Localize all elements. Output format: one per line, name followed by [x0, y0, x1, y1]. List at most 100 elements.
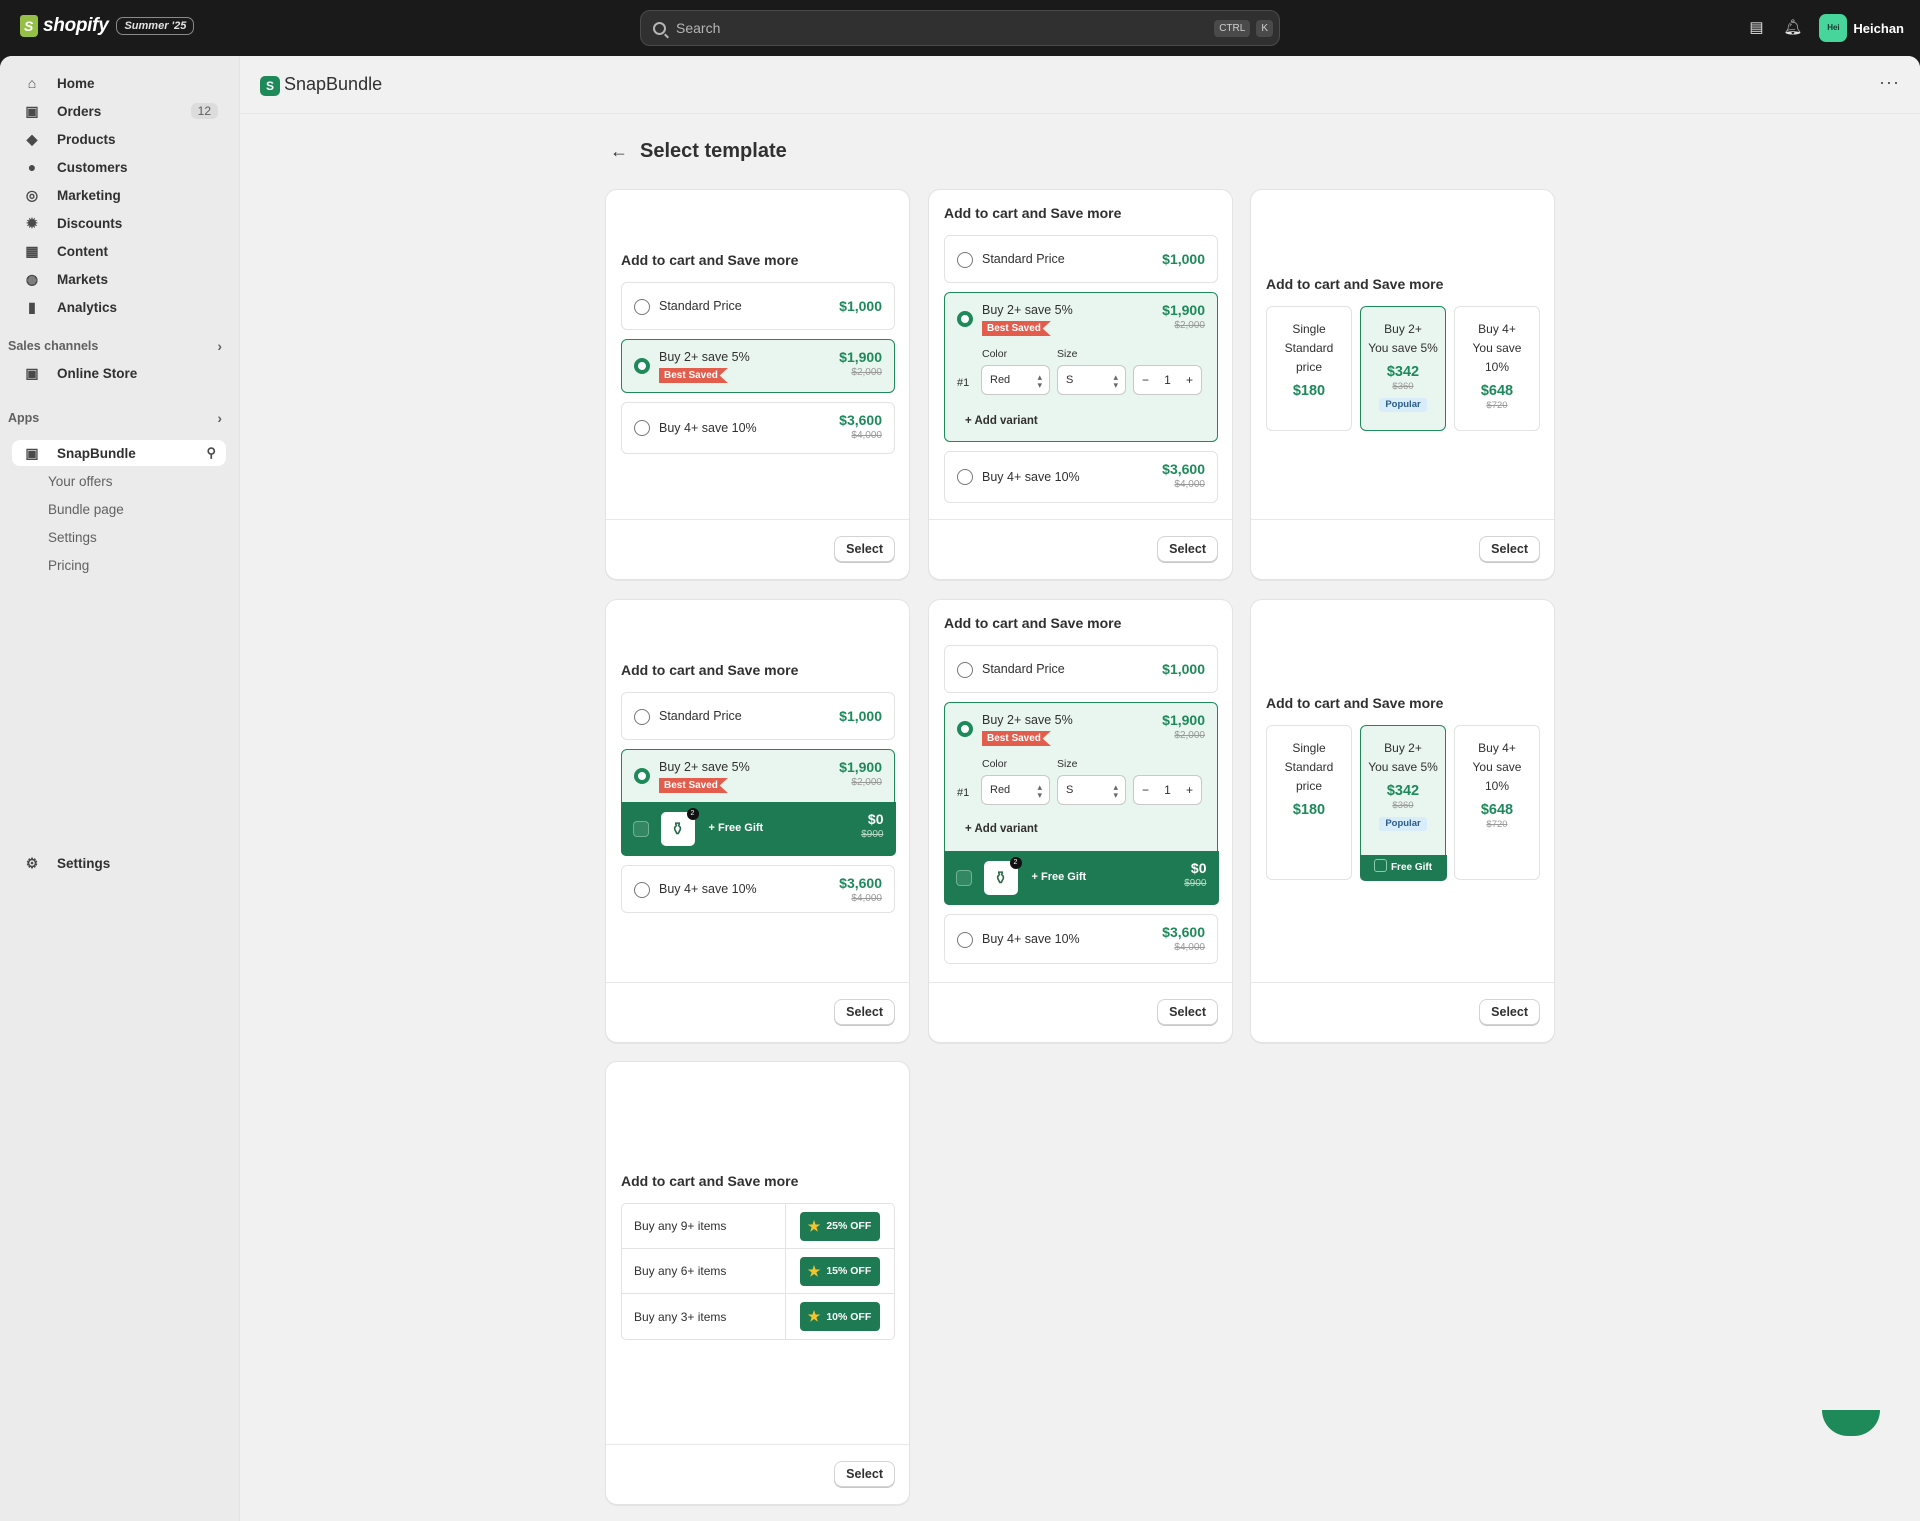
sales-channels-header[interactable]: Sales channels › — [8, 338, 226, 354]
plus-icon[interactable]: + — [1186, 783, 1193, 797]
radio-button[interactable] — [634, 358, 650, 374]
color-select[interactable]: Red ▴ ▾ — [981, 365, 1050, 395]
shortcut-k: K — [1256, 19, 1273, 37]
tier-single[interactable]: Single Standard price $180 — [1266, 725, 1352, 880]
main-content: S SnapBundle ··· ← Select template Add t… — [240, 56, 1920, 1521]
free-gift-row[interactable]: ⚱ 2 + Free Gift $0 $900 — [943, 851, 1219, 905]
radio-button[interactable] — [957, 721, 973, 737]
shopify-logo[interactable]: shopify Summer '25 — [20, 15, 195, 37]
free-gift-row[interactable]: ⚱ 2 + Free Gift $0 $900 — [620, 802, 896, 856]
sidebar-item-label: Content — [57, 243, 108, 259]
option-standard[interactable]: Standard Price $1,000 — [621, 692, 895, 740]
user-menu[interactable]: Hei Heichan — [1819, 14, 1904, 42]
radio-button[interactable] — [634, 881, 650, 898]
radio-button[interactable] — [634, 709, 650, 725]
chevron-updown-icon: ▴ ▾ — [1037, 372, 1042, 390]
option-buy4[interactable]: Buy 4+ save 10% $3,600 $4,000 — [944, 913, 1218, 964]
sidebar-item-products[interactable]: ◆ Products — [12, 126, 226, 152]
sidebar-subitem-pricing[interactable]: Pricing — [48, 558, 89, 573]
edition-badge[interactable]: Summer '25 — [116, 17, 195, 35]
size-select[interactable]: S ▴ ▾ — [1057, 775, 1126, 805]
inbox-icon[interactable]: ▤ — [1747, 19, 1765, 37]
sidebar-item-online-store[interactable]: ▣ Online Store — [12, 360, 226, 386]
template-card-6[interactable]: Add to cart and Save more Single Standar… — [1250, 599, 1555, 1043]
tier-price: $180 — [1292, 802, 1326, 818]
radio-button[interactable] — [957, 469, 973, 485]
select-button[interactable]: Select — [1479, 536, 1540, 562]
add-variant-button[interactable]: + Add variant — [965, 415, 1038, 427]
template-card-3[interactable]: Add to cart and Save more Single Standar… — [1250, 189, 1555, 580]
sidebar-item-analytics[interactable]: ▮ Analytics — [12, 294, 226, 320]
back-arrow-icon[interactable]: ← — [610, 141, 628, 162]
radio-button[interactable] — [634, 420, 650, 436]
pin-icon[interactable]: ⚲ — [206, 445, 216, 461]
tier-buy2[interactable]: Buy 2+ You save 5% $342 $360 Popular Fre… — [1359, 725, 1447, 881]
gift-count-badge: 2 — [1009, 857, 1022, 869]
radio-button[interactable] — [634, 299, 650, 315]
gift-checkbox[interactable] — [955, 870, 972, 886]
tier-single[interactable]: Single Standard price $180 — [1266, 306, 1352, 431]
search-input[interactable] — [676, 20, 1215, 36]
gift-checkbox[interactable] — [632, 821, 649, 837]
radio-button[interactable] — [957, 931, 973, 948]
gift-checkbox[interactable] — [1373, 859, 1387, 873]
option-buy2[interactable]: Buy 2+ save 5% Best Saved $1,900 $2,000 ⚱… — [620, 749, 896, 856]
template-card-1[interactable]: Add to cart and Save more Standard Price… — [605, 189, 910, 580]
option-buy2[interactable]: Buy 2+ save 5% Best Saved $1,900 $2,000 — [621, 339, 895, 393]
sidebar-item-settings[interactable]: ⚙ Settings — [12, 850, 226, 876]
quantity-stepper[interactable]: − 1 + — [1133, 365, 1202, 395]
sidebar-item-discounts[interactable]: ✹ Discounts — [12, 210, 226, 236]
sidebar-item-home[interactable]: ⌂ Home — [12, 70, 226, 96]
sidebar-item-marketing[interactable]: ◎ Marketing — [12, 182, 226, 208]
option-standard[interactable]: Standard Price $1,000 — [944, 645, 1218, 693]
color-select[interactable]: Red ▴ ▾ — [981, 775, 1050, 805]
tier-buy4[interactable]: Buy 4+ You save 10% $648 $720 — [1454, 306, 1540, 431]
radio-button[interactable] — [957, 311, 973, 327]
sidebar-subitem-your-offers[interactable]: Your offers — [48, 474, 113, 489]
radio-button[interactable] — [957, 252, 973, 268]
table-row[interactable]: Buy any 9+ items ★ 25% OFF — [622, 1204, 894, 1249]
search-bar[interactable]: CTRL K — [640, 10, 1280, 46]
sidebar-item-content[interactable]: ▦ Content — [12, 238, 226, 264]
tier-free-gift[interactable]: Free Gift — [1359, 854, 1447, 881]
option-buy4[interactable]: Buy 4+ save 10% $3,600 $4,000 — [621, 402, 895, 454]
radio-button[interactable] — [634, 768, 650, 784]
sidebar-item-orders[interactable]: ▣ Orders 12 — [12, 98, 226, 124]
minus-icon[interactable]: − — [1142, 373, 1149, 387]
select-button[interactable]: Select — [834, 999, 895, 1025]
tier-line: You save — [1472, 341, 1522, 355]
template-card-4[interactable]: Add to cart and Save more Standard Price… — [605, 599, 910, 1043]
apps-header[interactable]: Apps › — [8, 410, 226, 426]
option-buy2[interactable]: Buy 2+ save 5% Best Saved $1,900 $2,000 C… — [943, 702, 1219, 905]
plus-icon[interactable]: + — [1186, 373, 1193, 387]
bell-icon[interactable]: 🔔︎ — [1783, 19, 1802, 37]
tier-buy2[interactable]: Buy 2+ You save 5% $342 $360 Popular — [1360, 306, 1446, 431]
option-buy4[interactable]: Buy 4+ save 10% $3,600 $4,000 — [944, 451, 1218, 503]
template-card-2[interactable]: Add to cart and Save more Standard Price… — [928, 189, 1233, 580]
select-button[interactable]: Select — [1157, 999, 1218, 1025]
radio-button[interactable] — [957, 662, 973, 678]
sidebar-subitem-bundle-page[interactable]: Bundle page — [48, 502, 124, 517]
tier-buy4[interactable]: Buy 4+ You save 10% $648 $720 — [1454, 725, 1540, 880]
quantity-stepper[interactable]: − 1 + — [1133, 775, 1202, 805]
sidebar-subitem-settings[interactable]: Settings — [48, 530, 97, 545]
select-button[interactable]: Select — [834, 536, 895, 562]
select-button[interactable]: Select — [1157, 536, 1218, 562]
option-standard[interactable]: Standard Price $1,000 — [944, 235, 1218, 283]
option-standard[interactable]: Standard Price $1,000 — [621, 282, 895, 330]
table-row[interactable]: Buy any 6+ items ★ 15% OFF — [622, 1249, 894, 1294]
sidebar-item-markets[interactable]: ◍ Markets — [12, 266, 226, 292]
size-select[interactable]: S ▴ ▾ — [1057, 365, 1126, 395]
option-buy2[interactable]: Buy 2+ save 5% Best Saved $1,900 $2,000 C… — [944, 292, 1218, 442]
add-variant-button[interactable]: + Add variant — [965, 823, 1038, 835]
template-card-5[interactable]: Add to cart and Save more Standard Price… — [928, 599, 1233, 1043]
option-buy4[interactable]: Buy 4+ save 10% $3,600 $4,000 — [621, 864, 895, 913]
sidebar-item-snapbundle[interactable]: ▣ SnapBundle ⚲ — [12, 440, 226, 466]
select-button[interactable]: Select — [1479, 999, 1540, 1025]
table-row[interactable]: Buy any 3+ items ★ 10% OFF — [622, 1294, 894, 1339]
minus-icon[interactable]: − — [1142, 783, 1149, 797]
more-actions-icon[interactable]: ··· — [1879, 72, 1900, 93]
sidebar-item-customers[interactable]: ● Customers — [12, 154, 226, 180]
template-card-7[interactable]: Add to cart and Save more Buy any 9+ ite… — [605, 1061, 910, 1505]
select-button[interactable]: Select — [834, 1461, 895, 1487]
